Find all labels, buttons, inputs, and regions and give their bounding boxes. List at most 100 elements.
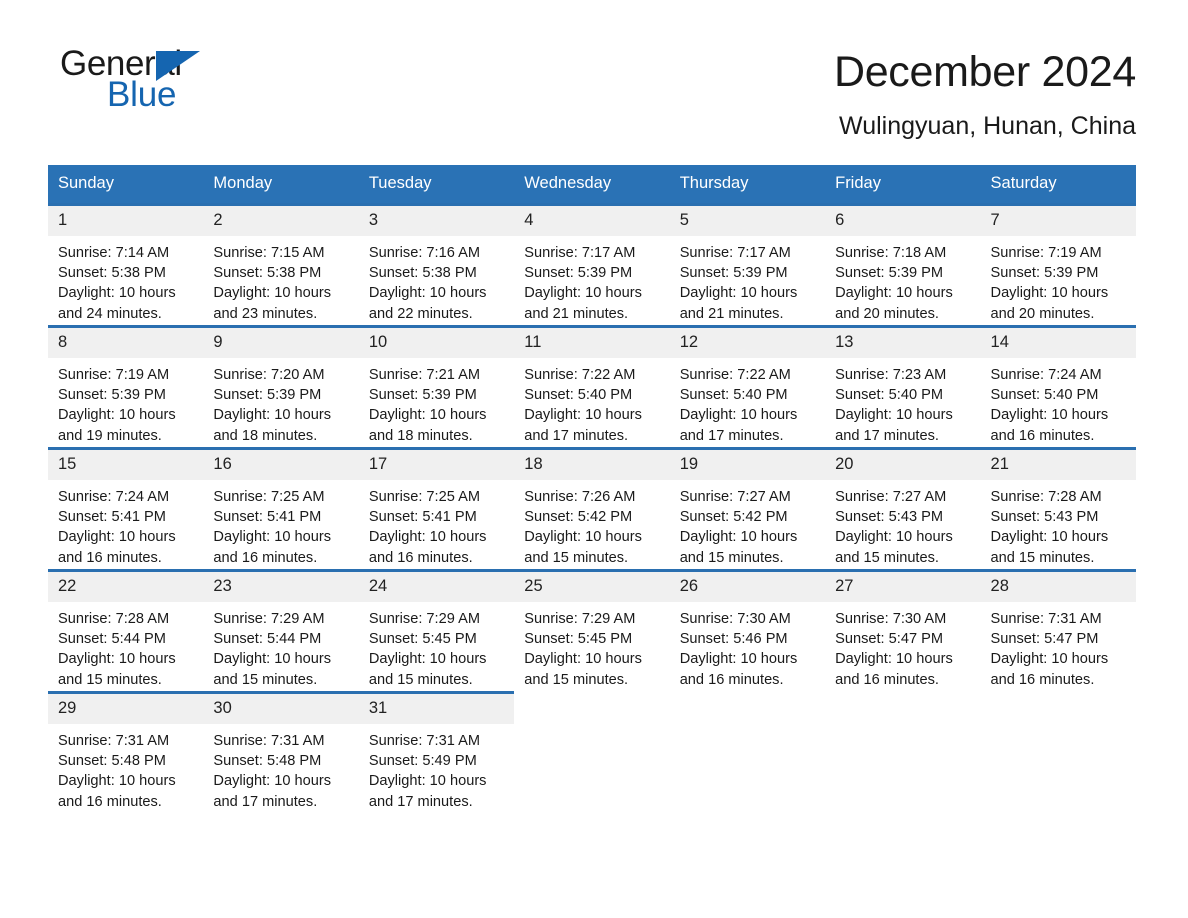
day-number: 6 (825, 206, 981, 236)
calendar-day-cell-6[interactable]: 6 Sunrise: 7:18 AM Sunset: 5:39 PM Daylight… (825, 203, 981, 327)
day-number: 4 (514, 206, 670, 236)
daylight-text: Daylight: 10 hours and 15 minutes. (679, 529, 798, 566)
calendar-day-cell-3[interactable]: 3 Sunrise: 7:16 AM Sunset: 5:38 PM Daylight… (358, 203, 515, 327)
day-number (825, 694, 981, 724)
page-title: December 2024 (833, 48, 1136, 96)
weekday-header-sunday: Sunday (48, 165, 204, 205)
calendar-day-cell-28[interactable]: 28 Sunrise: 7:31 AM Sunset: 5:47 PM Dayligh… (980, 569, 1136, 693)
calendar-day-cell-5[interactable]: 5 Sunrise: 7:17 AM Sunset: 5:39 PM Daylight… (669, 203, 826, 327)
calendar-day-cell-22[interactable]: 22 Sunrise: 7:28 AM Sunset: 5:44 PM Dayligh… (48, 569, 204, 693)
calendar-day-cell-1[interactable]: 1 Sunrise: 7:14 AM Sunset: 5:38 PM Daylight… (48, 203, 204, 327)
calendar-day-cell-26[interactable]: 26 Sunrise: 7:30 AM Sunset: 5:46 PM Dayligh… (669, 569, 826, 693)
calendar-day-cell-29[interactable]: 29 Sunrise: 7:31 AM Sunset: 5:48 PM Dayligh… (48, 691, 204, 813)
sunset-text: Sunset: 5:42 PM (679, 509, 788, 526)
calendar-day-cell-20[interactable]: 20 Sunrise: 7:27 AM Sunset: 5:43 PM Dayligh… (825, 447, 981, 571)
calendar-day-cell-17[interactable]: 17 Sunrise: 7:25 AM Sunset: 5:41 PM Dayligh… (358, 447, 515, 571)
daylight-text: Daylight: 10 hours and 15 minutes. (990, 529, 1109, 566)
sunset-text: Sunset: 5:47 PM (835, 631, 944, 648)
day-number: 22 (48, 572, 204, 602)
general-blue-logo[interactable]: General Blue (56, 44, 246, 114)
day-number: 8 (48, 328, 204, 358)
day-details: Sunrise: 7:20 AM Sunset: 5:39 PM Daylight:… (203, 358, 358, 446)
calendar-week-row: 29 Sunrise: 7:31 AM Sunset: 5:48 PM Dayligh… (48, 691, 1136, 813)
day-number (669, 694, 826, 724)
sunset-text: Sunset: 5:39 PM (679, 265, 788, 282)
daylight-text: Daylight: 10 hours and 16 minutes. (990, 407, 1109, 444)
day-number: 21 (980, 450, 1136, 480)
sunrise-text: Sunrise: 7:19 AM (58, 367, 170, 383)
calendar-day-cell-12[interactable]: 12 Sunrise: 7:22 AM Sunset: 5:40 PM Dayligh… (669, 325, 826, 449)
daylight-text: Daylight: 10 hours and 15 minutes. (368, 651, 487, 688)
calendar-day-cell-13[interactable]: 13 Sunrise: 7:23 AM Sunset: 5:40 PM Dayligh… (825, 325, 981, 449)
sunrise-text: Sunrise: 7:31 AM (58, 733, 170, 749)
day-number: 7 (980, 206, 1136, 236)
day-number: 19 (669, 450, 826, 480)
day-details: Sunrise: 7:26 AM Sunset: 5:42 PM Daylight:… (514, 480, 669, 568)
day-number: 3 (358, 206, 515, 236)
day-number: 5 (669, 206, 826, 236)
calendar-day-cell-10[interactable]: 10 Sunrise: 7:21 AM Sunset: 5:39 PM Dayligh… (358, 325, 515, 449)
sunset-text: Sunset: 5:40 PM (524, 387, 633, 404)
daylight-text: Daylight: 10 hours and 24 minutes. (58, 285, 176, 322)
day-details: Sunrise: 7:22 AM Sunset: 5:40 PM Daylight:… (514, 358, 669, 446)
day-number: 16 (203, 450, 359, 480)
daylight-text: Daylight: 10 hours and 17 minutes. (524, 407, 642, 444)
weekday-header-tuesday: Tuesday (358, 165, 515, 205)
sunset-text: Sunset: 5:43 PM (835, 509, 944, 526)
day-number: 26 (669, 572, 826, 602)
brand-word-blue: Blue (107, 75, 177, 114)
sunset-text: Sunset: 5:45 PM (524, 631, 633, 648)
day-number: 12 (669, 328, 826, 358)
sunrise-text: Sunrise: 7:31 AM (213, 733, 325, 749)
calendar-day-cell-24[interactable]: 24 Sunrise: 7:29 AM Sunset: 5:45 PM Dayligh… (358, 569, 515, 693)
calendar-day-cell-14[interactable]: 14 Sunrise: 7:24 AM Sunset: 5:40 PM Dayligh… (980, 325, 1136, 449)
sunrise-text: Sunrise: 7:19 AM (990, 245, 1102, 261)
calendar-day-cell-8[interactable]: 8 Sunrise: 7:19 AM Sunset: 5:39 PM Daylight… (48, 325, 204, 449)
daylight-text: Daylight: 10 hours and 16 minutes. (835, 651, 953, 688)
day-details: Sunrise: 7:27 AM Sunset: 5:43 PM Daylight:… (825, 480, 980, 568)
daylight-text: Daylight: 10 hours and 19 minutes. (58, 407, 176, 444)
sunset-text: Sunset: 5:38 PM (213, 265, 322, 282)
daylight-text: Daylight: 10 hours and 16 minutes. (213, 529, 332, 566)
calendar-day-cell-16[interactable]: 16 Sunrise: 7:25 AM Sunset: 5:41 PM Dayligh… (203, 447, 359, 571)
calendar-day-cell-31[interactable]: 31 Sunrise: 7:31 AM Sunset: 5:49 PM Dayligh… (358, 691, 515, 813)
sunset-text: Sunset: 5:40 PM (835, 387, 944, 404)
sunset-text: Sunset: 5:39 PM (524, 265, 633, 282)
day-details: Sunrise: 7:28 AM Sunset: 5:43 PM Daylight:… (981, 480, 1136, 568)
day-details: Sunrise: 7:30 AM Sunset: 5:46 PM Daylight:… (670, 602, 825, 690)
calendar-day-cell-15[interactable]: 15 Sunrise: 7:24 AM Sunset: 5:41 PM Dayligh… (48, 447, 204, 571)
calendar-day-cell-30[interactable]: 30 Sunrise: 7:31 AM Sunset: 5:48 PM Dayligh… (203, 691, 359, 813)
sunset-text: Sunset: 5:40 PM (679, 387, 788, 404)
daylight-text: Daylight: 10 hours and 16 minutes. (58, 773, 176, 810)
calendar-week-row: 8 Sunrise: 7:19 AM Sunset: 5:39 PM Daylight… (48, 325, 1136, 449)
calendar-empty-cell (825, 691, 981, 813)
sunset-text: Sunset: 5:39 PM (58, 387, 166, 404)
daylight-text: Daylight: 10 hours and 21 minutes. (524, 285, 642, 322)
calendar-day-cell-21[interactable]: 21 Sunrise: 7:28 AM Sunset: 5:43 PM Dayligh… (980, 447, 1136, 571)
calendar-day-cell-18[interactable]: 18 Sunrise: 7:26 AM Sunset: 5:42 PM Dayligh… (514, 447, 670, 571)
daylight-text: Daylight: 10 hours and 16 minutes. (368, 529, 487, 566)
sunset-text: Sunset: 5:44 PM (213, 631, 322, 648)
calendar-day-cell-25[interactable]: 25 Sunrise: 7:29 AM Sunset: 5:45 PM Dayligh… (514, 569, 670, 693)
calendar-day-cell-23[interactable]: 23 Sunrise: 7:29 AM Sunset: 5:44 PM Dayligh… (203, 569, 359, 693)
sunrise-text: Sunrise: 7:18 AM (835, 245, 947, 261)
sunrise-text: Sunrise: 7:20 AM (213, 367, 325, 383)
sunrise-text: Sunrise: 7:21 AM (368, 367, 480, 383)
daylight-text: Daylight: 10 hours and 17 minutes. (213, 773, 332, 810)
day-number: 11 (514, 328, 670, 358)
sunrise-text: Sunrise: 7:27 AM (835, 489, 947, 505)
calendar-empty-cell (669, 691, 826, 813)
calendar-day-cell-2[interactable]: 2 Sunrise: 7:15 AM Sunset: 5:38 PM Daylight… (203, 203, 359, 327)
sunrise-text: Sunrise: 7:14 AM (58, 245, 170, 261)
calendar-day-cell-11[interactable]: 11 Sunrise: 7:22 AM Sunset: 5:40 PM Dayligh… (514, 325, 670, 449)
calendar-day-cell-4[interactable]: 4 Sunrise: 7:17 AM Sunset: 5:39 PM Daylight… (514, 203, 670, 327)
calendar-day-cell-7[interactable]: 7 Sunrise: 7:19 AM Sunset: 5:39 PM Daylight… (980, 203, 1136, 327)
calendar-day-cell-19[interactable]: 19 Sunrise: 7:27 AM Sunset: 5:42 PM Dayligh… (669, 447, 826, 571)
sunset-text: Sunset: 5:44 PM (58, 631, 166, 648)
sunrise-text: Sunrise: 7:26 AM (524, 489, 636, 505)
calendar-day-cell-9[interactable]: 9 Sunrise: 7:20 AM Sunset: 5:39 PM Daylight… (203, 325, 359, 449)
page-header: General Blue December 2024 Wulingyuan, H… (0, 0, 1188, 143)
sunset-text: Sunset: 5:40 PM (990, 387, 1099, 404)
calendar-day-cell-27[interactable]: 27 Sunrise: 7:30 AM Sunset: 5:47 PM Dayligh… (825, 569, 981, 693)
sunrise-text: Sunrise: 7:31 AM (368, 733, 480, 749)
